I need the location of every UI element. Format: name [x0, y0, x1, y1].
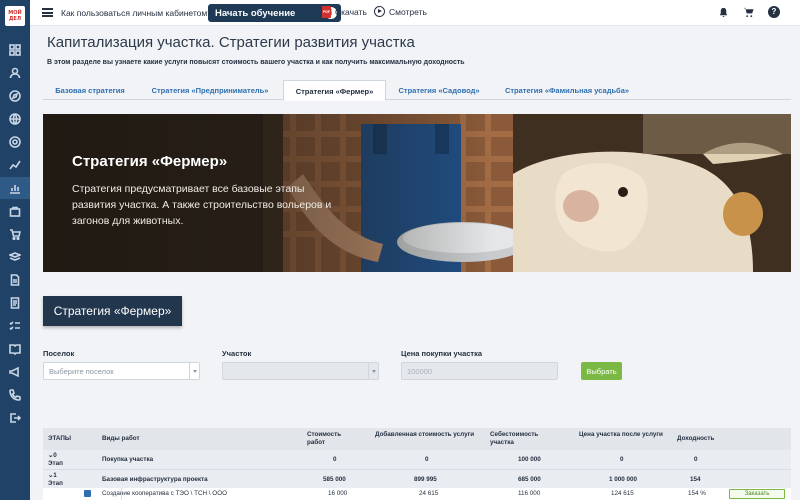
checklist-icon[interactable] — [0, 315, 30, 337]
self-cost-value: 116 000 — [518, 490, 541, 497]
plot-label: Участок — [222, 349, 252, 358]
help-icon[interactable]: ? — [768, 6, 780, 18]
service-checkbox[interactable] — [84, 490, 91, 497]
pdf-icon: PDF — [322, 6, 331, 18]
cost-value: 16 000 — [328, 490, 348, 497]
table-row[interactable]: ⌄1 Этап Базовая инфраструктура проекта 5… — [43, 469, 791, 488]
watch-label: Смотреть — [389, 6, 427, 17]
cart-icon[interactable] — [743, 7, 754, 18]
play-icon — [374, 6, 385, 17]
tab-basic-strategy[interactable]: Базовая стратегия — [43, 80, 137, 100]
self-cost-value: 685 000 — [518, 476, 541, 483]
hero-title: Стратегия «Фермер» — [72, 153, 228, 170]
chart-line-icon[interactable] — [0, 154, 30, 176]
help-question-link[interactable]: Как пользоваться личным кабинетом? — [61, 8, 212, 18]
brand-logo[interactable]: МОЙ ДЕЛ — [5, 6, 25, 26]
profit-value: 0 — [694, 456, 698, 463]
dashboard-icon[interactable] — [0, 39, 30, 61]
added-value: 24 615 — [419, 490, 439, 497]
header-cost: Стоимость работ — [307, 431, 342, 446]
strategy-tabs: Базовая стратегия Стратегия «Предпринима… — [43, 80, 791, 101]
self-cost-value: 100 000 — [518, 456, 541, 463]
top-bar: Как пользоваться личным кабинетом? Начат… — [30, 0, 800, 26]
chart-bar-icon[interactable] — [0, 177, 30, 199]
tab-gardener[interactable]: Стратегия «Садовод» — [386, 80, 492, 100]
user-icon[interactable] — [0, 62, 30, 84]
sidebar: МОЙ ДЕЛ — [0, 0, 30, 500]
price-after-value: 1 000 000 — [609, 476, 638, 483]
tab-family-estate[interactable]: Стратегия «Фамильная усадьба» — [492, 80, 642, 100]
table-row[interactable]: Создание кооператива с ТЭО \ ТСН \ ООО 1… — [43, 488, 791, 500]
header-added-value: Добавленная стоимость услуги — [375, 431, 475, 438]
start-training-label: Начать обучение — [215, 7, 296, 19]
phone-icon[interactable] — [0, 384, 30, 406]
header-price-after: Цена участка после услуги — [579, 431, 663, 438]
table-header: ЭТАПЫ Виды работ Стоимость работ Добавле… — [43, 428, 791, 450]
price-label: Цена покупки участка — [401, 349, 483, 358]
hero-banner: Стратегия «Фермер» Стратегия предусматри… — [43, 114, 791, 272]
order-button[interactable]: Заказать — [729, 489, 785, 499]
added-value: 899 995 — [414, 476, 437, 483]
bag-icon[interactable] — [0, 200, 30, 222]
stage-number: 0 — [53, 452, 57, 459]
document-icon[interactable] — [0, 269, 30, 291]
settlement-placeholder: Выберите поселок — [49, 367, 114, 376]
download-button[interactable]: PDF Скачать — [322, 6, 367, 18]
stage-word: Этап — [48, 459, 63, 467]
megaphone-icon[interactable] — [0, 361, 30, 383]
hero-description: Стратегия предусматривает все базовые эт… — [72, 183, 332, 227]
work-name: Базовая инфраструктура проекта — [102, 476, 208, 483]
added-value: 0 — [425, 456, 429, 463]
header-self-cost: Себестоимость участка — [490, 431, 539, 446]
list-icon[interactable] — [0, 292, 30, 314]
price-input[interactable]: 100000 — [401, 362, 558, 380]
stage-word: Этап — [48, 479, 63, 487]
globe-icon[interactable] — [0, 108, 30, 130]
settlement-label: Поселок — [43, 349, 75, 358]
chevron-down-icon — [368, 363, 378, 379]
work-name: Покупка участка — [102, 456, 154, 463]
header-profit: Доходность — [677, 435, 715, 442]
settlement-select[interactable]: Выберите поселок — [43, 362, 200, 380]
logout-icon[interactable] — [0, 407, 30, 429]
menu-icon[interactable] — [42, 8, 53, 17]
cost-value: 0 — [333, 456, 337, 463]
tab-entrepreneur[interactable]: Стратегия «Предприниматель» — [137, 80, 283, 100]
bell-icon[interactable] — [718, 7, 729, 18]
choose-button[interactable]: Выбрать — [581, 362, 622, 380]
page-title: Капитализация участка. Стратегии развити… — [47, 34, 415, 51]
column-divider — [121, 488, 122, 500]
stage-toggle[interactable]: ⌄0 Этап — [48, 452, 63, 467]
layers-icon[interactable] — [0, 246, 30, 268]
page-subtitle: В этом разделе вы узнаете какие услуги п… — [47, 59, 465, 66]
compass-icon[interactable] — [0, 85, 30, 107]
strategy-heading: Стратегия «Фермер» — [43, 296, 182, 326]
book-icon[interactable] — [0, 338, 30, 360]
stage-toggle[interactable]: ⌄1 Этап — [48, 472, 63, 487]
profit-value: 154 — [690, 476, 701, 483]
header-works: Виды работ — [102, 435, 140, 442]
table-row[interactable]: ⌄0 Этап Покупка участка 0 0 100 000 0 0 — [43, 450, 791, 469]
stage-number: 1 — [53, 472, 57, 479]
cost-value: 585 000 — [323, 476, 346, 483]
price-after-value: 124 615 — [611, 490, 634, 497]
price-after-value: 0 — [620, 456, 624, 463]
plot-select[interactable] — [222, 362, 379, 380]
tab-farmer[interactable]: Стратегия «Фермер» — [283, 80, 386, 101]
cart-icon[interactable] — [0, 223, 30, 245]
profit-value: 154 % — [688, 490, 706, 497]
chevron-down-icon — [189, 363, 199, 379]
download-label: Скачать — [335, 7, 367, 17]
target-icon[interactable] — [0, 131, 30, 153]
watch-button[interactable]: Смотреть — [374, 6, 427, 17]
top-right-actions: ? — [718, 6, 780, 18]
header-stages: ЭТАПЫ — [48, 435, 72, 442]
services-table: ЭТАПЫ Виды работ Стоимость работ Добавле… — [43, 428, 791, 500]
